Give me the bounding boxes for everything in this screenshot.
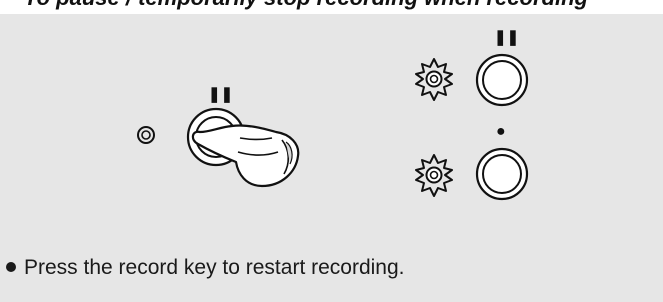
pause-label-right: ❚❚ (494, 29, 519, 46)
blinking-lamp-icon (415, 58, 453, 101)
bullet-icon (6, 262, 16, 272)
indicator-lamp-icon (137, 126, 155, 144)
record-label: ● (496, 123, 506, 140)
record-button-icon (475, 147, 529, 201)
pause-button-icon (475, 53, 529, 107)
blinking-lamp-icon (415, 154, 453, 197)
pause-label: ❚❚ (208, 86, 233, 103)
instruction-panel: ❚❚ ❚❚ ● Press the record key to restart … (0, 14, 663, 302)
instruction-text: Press the record key to restart recordin… (24, 256, 405, 279)
section-heading: To pause / temporarily stop recording wh… (0, 0, 663, 10)
instruction-note: Press the record key to restart recordin… (6, 255, 405, 281)
